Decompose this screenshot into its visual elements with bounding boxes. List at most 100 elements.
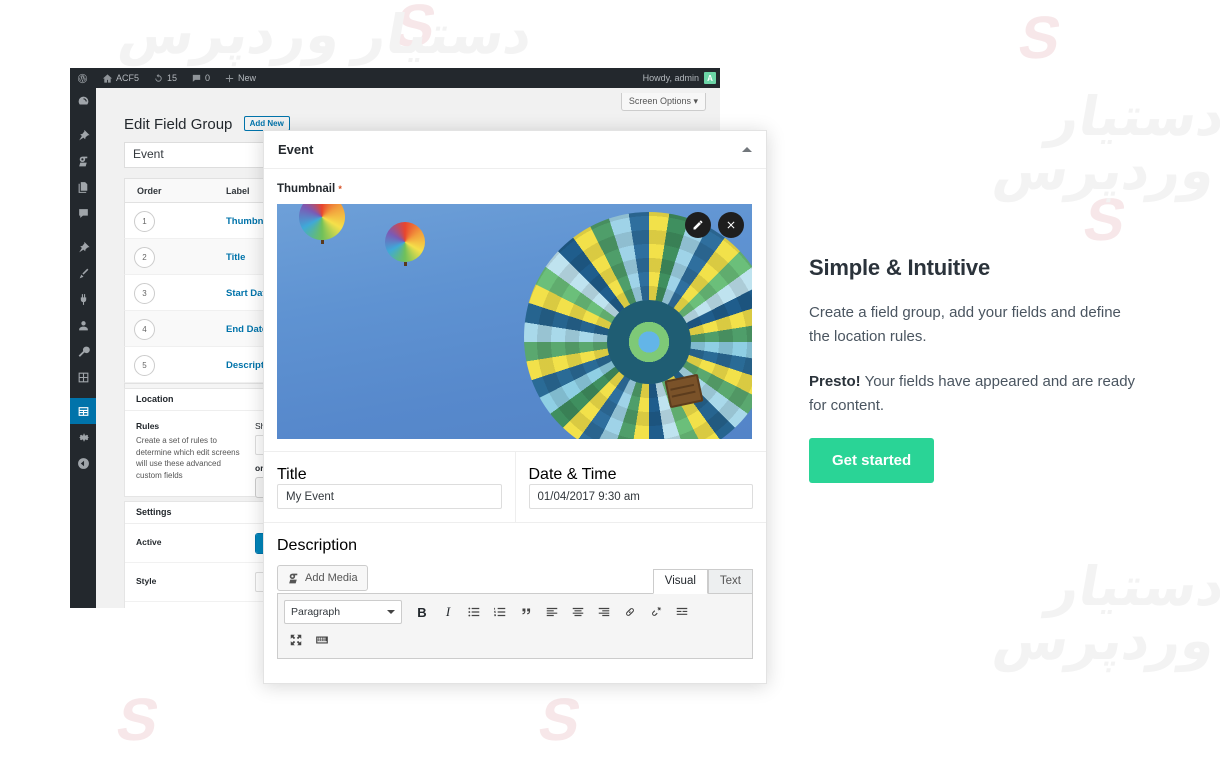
- sidebar-item-tools[interactable]: [70, 338, 96, 364]
- add-new-button[interactable]: Add New: [243, 116, 290, 131]
- sidebar-item-media[interactable]: [70, 148, 96, 174]
- align-right-button[interactable]: [592, 601, 616, 623]
- sidebar-item-pages[interactable]: [70, 174, 96, 200]
- get-started-button[interactable]: Get started: [809, 438, 935, 484]
- toolbar-toggle-button[interactable]: [310, 629, 334, 651]
- chevron-up-icon[interactable]: [742, 147, 752, 152]
- site-name-menu[interactable]: ACF5: [95, 68, 146, 88]
- bold-button[interactable]: B: [410, 601, 434, 623]
- editor-toolbar-row-2: [284, 629, 746, 651]
- promo-heading: Simple & Intuitive: [809, 255, 990, 280]
- rules-help-text: Create a set of rules to determine which…: [136, 436, 240, 480]
- add-media-button[interactable]: Add Media: [277, 565, 368, 591]
- media-icon: [78, 156, 87, 166]
- sidebar-item-users[interactable]: [70, 312, 96, 338]
- watermark-text: دستیار وردپرس: [989, 557, 1220, 671]
- pencil-icon: [693, 220, 703, 230]
- collapse-icon: [77, 457, 89, 469]
- insert-link-button[interactable]: [618, 601, 642, 623]
- fullscreen-button[interactable]: [284, 629, 308, 651]
- align-left-icon: [546, 607, 558, 617]
- howdy-label: Howdy, admin: [642, 73, 699, 83]
- screen-options-button[interactable]: Screen Options ▾: [620, 93, 706, 111]
- remove-link-icon: [652, 606, 662, 616]
- datetime-field-label: Date & Time: [528, 466, 617, 483]
- chevron-down-icon: [387, 610, 395, 614]
- sidebar-item-settings[interactable]: [70, 364, 96, 390]
- bulleted-list-button[interactable]: [462, 601, 486, 623]
- plus-icon: [224, 73, 235, 84]
- field-label[interactable]: Title: [226, 252, 245, 263]
- watermark-logo: S: [387, 0, 443, 59]
- format-select[interactable]: Paragraph: [284, 600, 402, 624]
- sidebar-item-posts[interactable]: [70, 122, 96, 148]
- sidebar-item-dashboard[interactable]: [70, 88, 96, 114]
- account-menu[interactable]: Howdy, admin A: [643, 68, 720, 88]
- column-order: Order: [137, 186, 162, 196]
- wp-logo-button[interactable]: [70, 68, 95, 88]
- order-badge: 2: [134, 247, 155, 268]
- watermark-text: دستیار وردپرس: [989, 87, 1220, 201]
- datetime-input-value: 01/04/2017 9:30 am: [537, 490, 640, 503]
- home-icon: [102, 73, 113, 84]
- updates-menu[interactable]: 15: [146, 68, 184, 88]
- numbered-list-button[interactable]: [488, 601, 512, 623]
- page-title-text: Edit Field Group: [124, 116, 233, 133]
- setting-key: Style: [136, 576, 157, 586]
- sidebar-item-options[interactable]: [70, 424, 96, 450]
- align-right-icon: [598, 607, 610, 617]
- wp-admin-bar: ACF5 15 0 New Howdy, admin A: [70, 68, 720, 88]
- align-left-button[interactable]: [540, 601, 564, 623]
- editor-toolbar: Paragraph B I: [277, 593, 753, 659]
- screen-options-label: Screen Options: [628, 96, 691, 106]
- remove-link-button[interactable]: [644, 601, 668, 623]
- remove-image-button[interactable]: [718, 212, 744, 238]
- field-group-title-value: Event: [133, 147, 164, 161]
- settings-title: Settings: [136, 507, 172, 517]
- sidebar-item-events[interactable]: [70, 234, 96, 260]
- close-icon: [727, 221, 735, 229]
- setting-key: Active: [136, 537, 162, 547]
- tab-text[interactable]: Text: [707, 569, 753, 594]
- watermark-logo: S: [1077, 186, 1133, 253]
- title-input[interactable]: My Event: [277, 484, 502, 509]
- rules-label: Rules: [136, 421, 160, 431]
- watermark-text: دستیار وردپرس: [114, 5, 538, 65]
- editor-mode-tabs: Visual Text: [652, 569, 753, 594]
- sidebar-item-plugins[interactable]: [70, 286, 96, 312]
- panel-title: Event: [278, 142, 314, 157]
- updates-count: 15: [167, 73, 178, 83]
- italic-button[interactable]: I: [436, 601, 460, 623]
- new-content-menu[interactable]: New: [217, 68, 263, 88]
- align-center-button[interactable]: [566, 601, 590, 623]
- grid-icon: [78, 372, 88, 382]
- field-label[interactable]: End Date: [226, 324, 267, 335]
- tab-visual[interactable]: Visual: [652, 569, 708, 594]
- thumbnail-label: Thumbnail *: [277, 183, 342, 195]
- dashboard-icon: [78, 96, 88, 105]
- watermark-logo: S: [532, 686, 588, 753]
- comment-icon: [191, 73, 202, 84]
- user-icon: [78, 320, 88, 330]
- sidebar-item-appearance[interactable]: [70, 260, 96, 286]
- comments-menu[interactable]: 0: [184, 68, 217, 88]
- wordpress-logo-icon: [77, 73, 88, 84]
- new-label: New: [238, 73, 257, 83]
- sidebar-item-custom-fields[interactable]: [70, 398, 101, 424]
- order-badge: 5: [134, 355, 155, 376]
- numbered-list-icon: [494, 607, 506, 617]
- sidebar-item-comments[interactable]: [70, 200, 96, 226]
- order-badge: 3: [134, 283, 155, 304]
- thumbnail-image[interactable]: [277, 204, 752, 439]
- wrench-icon: [78, 346, 90, 357]
- read-more-button[interactable]: [670, 601, 694, 623]
- align-center-icon: [572, 607, 584, 617]
- add-media-label: Add Media: [305, 572, 358, 584]
- edit-image-button[interactable]: [685, 212, 711, 238]
- blockquote-button[interactable]: [514, 601, 538, 623]
- description-field: Description Add Media Visual Text Paragr…: [264, 522, 766, 659]
- title-input-value: My Event: [286, 490, 334, 503]
- datetime-input[interactable]: 01/04/2017 9:30 am: [528, 484, 753, 509]
- promo-paragraph-2: Presto! Your fields have appeared and ar…: [809, 370, 1139, 419]
- sidebar-item-collapse-menu[interactable]: [70, 450, 96, 476]
